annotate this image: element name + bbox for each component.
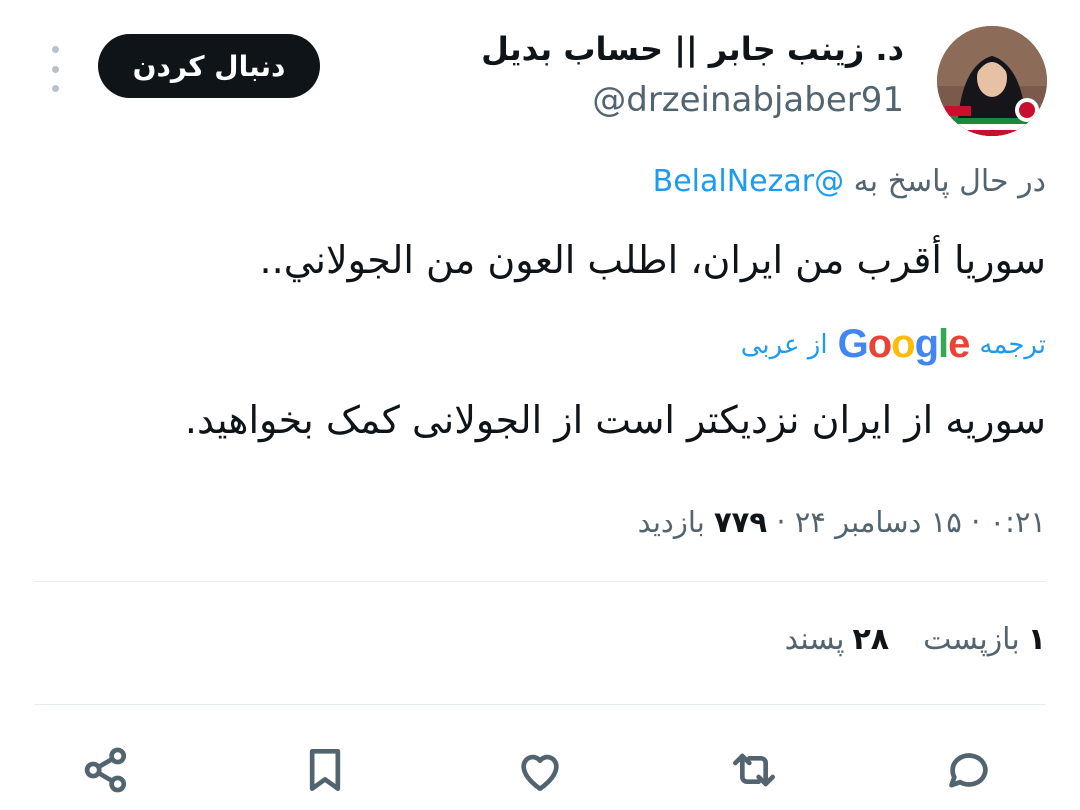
tweet-meta: ۰:۲۱ · ۱۵ دسامبر ۲۴ · ۷۷۹ بازدید bbox=[638, 505, 1046, 539]
reply-icon bbox=[949, 753, 988, 788]
follow-button[interactable]: دنبال کردن bbox=[98, 34, 320, 98]
tweet-text: سوريا أقرب من ايران، اطلب العون من الجول… bbox=[259, 238, 1046, 282]
like-icon bbox=[521, 754, 559, 791]
repost-icon bbox=[733, 753, 775, 787]
avatar[interactable] bbox=[937, 26, 1047, 136]
replying-to-prefix: در حال پاسخ به bbox=[853, 164, 1046, 199]
tweet-time[interactable]: ۰:۲۱ bbox=[990, 505, 1047, 539]
translate-link[interactable]: ترجمه Google از عربی bbox=[741, 322, 1046, 367]
views-label: بازدید bbox=[637, 505, 705, 539]
reply-mention-link[interactable]: @BelalNezar bbox=[653, 164, 844, 199]
likes-label: پسند bbox=[784, 622, 845, 657]
retweets-count: ۱ bbox=[1027, 622, 1046, 657]
likes-stat[interactable]: ۲۸پسند bbox=[785, 622, 890, 657]
share-button[interactable] bbox=[74, 738, 138, 802]
tweet-date[interactable]: ۱۵ دسامبر ۲۴ bbox=[795, 505, 962, 539]
meta-separator: · bbox=[776, 505, 786, 539]
views-count: ۷۷۹ bbox=[713, 505, 768, 539]
bookmark-button[interactable] bbox=[293, 738, 357, 802]
engagement-stats: ۱بازپست ۲۸پسند bbox=[785, 622, 1046, 657]
display-name[interactable]: د. زينب جابر || حساب بديل bbox=[481, 30, 904, 68]
share-icon bbox=[84, 747, 127, 793]
retweets-label: بازپست bbox=[923, 622, 1020, 657]
google-logo: Google bbox=[837, 322, 971, 366]
translate-from: از عربی bbox=[740, 329, 828, 360]
likes-count: ۲۸ bbox=[852, 622, 890, 657]
more-options-icon[interactable] bbox=[40, 46, 70, 92]
like-button[interactable] bbox=[508, 738, 572, 802]
repost-button[interactable] bbox=[722, 738, 786, 802]
translated-text: سوریه از ایران نزدیکتر است از الجولانی ک… bbox=[184, 398, 1046, 442]
divider bbox=[34, 581, 1046, 582]
bookmark-icon bbox=[309, 749, 341, 791]
translate-label: ترجمه bbox=[979, 329, 1046, 360]
avatar-image bbox=[937, 26, 1047, 136]
user-handle[interactable]: @drzeinabjaber91 bbox=[592, 80, 904, 120]
retweets-stat[interactable]: ۱بازپست bbox=[923, 622, 1046, 657]
reply-button[interactable] bbox=[937, 738, 1001, 802]
meta-separator: · bbox=[971, 505, 981, 539]
divider bbox=[34, 704, 1046, 705]
replying-to: در حال پاسخ به @BelalNezar bbox=[653, 164, 1046, 199]
